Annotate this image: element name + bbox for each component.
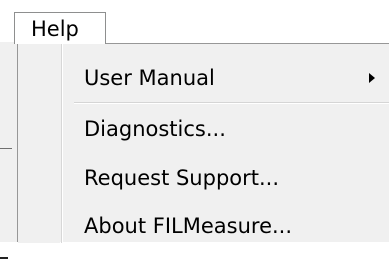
menu-item-about-filmeasure[interactable]: About FILMeasure... bbox=[18, 209, 389, 243]
menu-separator bbox=[74, 102, 389, 104]
help-dropdown-menu: User Manual Diagnostics... Request Suppo… bbox=[17, 43, 389, 243]
menu-item-label: Request Support... bbox=[84, 166, 280, 190]
chevron-right-icon bbox=[369, 73, 375, 83]
help-menu-label: Help bbox=[31, 17, 79, 41]
menu-bar: Help bbox=[0, 0, 389, 44]
menu-item-label: Diagnostics... bbox=[84, 117, 226, 141]
menu-separator-highlight bbox=[74, 103, 389, 104]
menu-item-user-manual[interactable]: User Manual bbox=[18, 61, 389, 95]
underlying-window-background bbox=[0, 42, 18, 259]
menu-item-request-support[interactable]: Request Support... bbox=[18, 161, 389, 195]
help-menu-button[interactable]: Help bbox=[14, 12, 106, 44]
menu-item-diagnostics[interactable]: Diagnostics... bbox=[18, 112, 389, 146]
menu-bar-edge bbox=[0, 0, 14, 42]
underlying-window-line bbox=[0, 148, 12, 149]
menu-item-label: User Manual bbox=[84, 66, 215, 90]
menu-item-label: About FILMeasure... bbox=[84, 214, 293, 238]
